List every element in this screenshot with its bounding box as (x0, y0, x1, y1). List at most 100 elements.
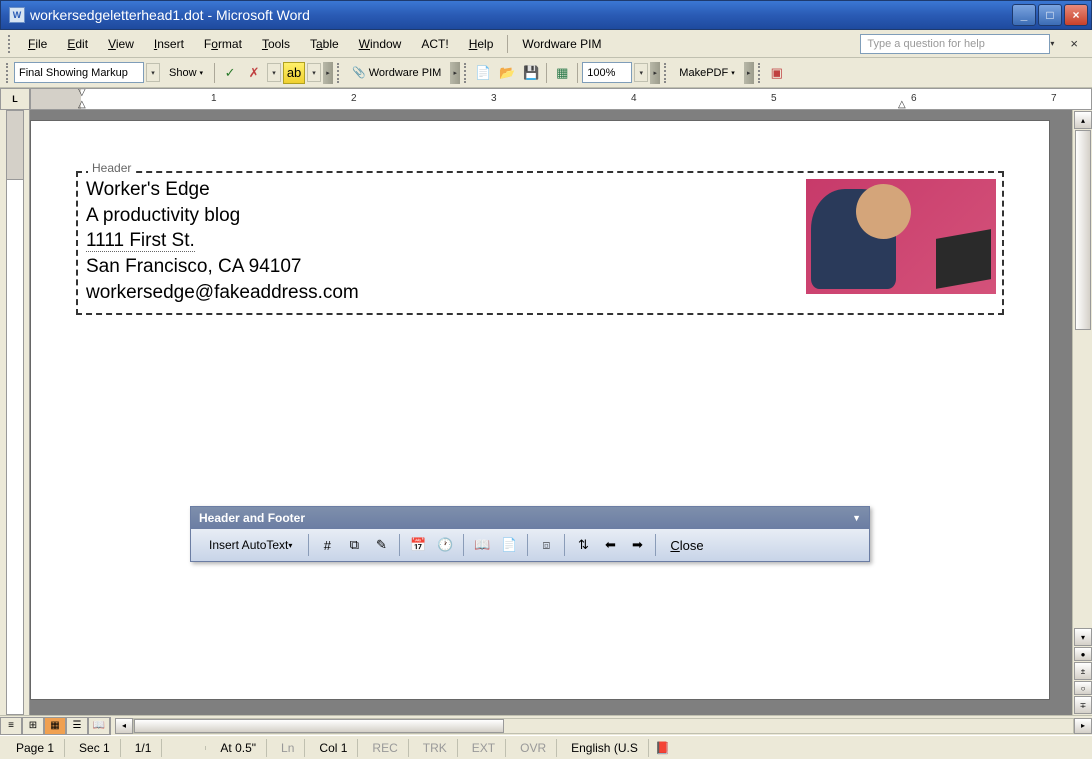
document-close-button[interactable]: × (1064, 36, 1084, 51)
toolbar-grip-1[interactable] (6, 63, 10, 83)
zoom-input[interactable]: 100% (582, 62, 632, 83)
browse-object-dot[interactable]: ● (1074, 647, 1092, 661)
menu-edit[interactable]: Edit (57, 33, 98, 55)
menu-window[interactable]: Window (349, 33, 412, 55)
header-footer-toolbar[interactable]: Header and Footer ▼ Insert AutoText ▾ # … (190, 506, 870, 562)
makepdf-button[interactable]: MakePDF ▾ (672, 62, 741, 84)
view-outline-button[interactable]: ☰ (66, 717, 88, 735)
toolbar-grip-3[interactable] (464, 63, 468, 83)
view-web-button[interactable]: ⊞ (22, 717, 44, 735)
menu-file[interactable]: File (18, 33, 57, 55)
maximize-button[interactable]: □ (1038, 4, 1062, 26)
reject-change-button[interactable]: ✗ (243, 62, 265, 84)
markup-mode-select[interactable]: Final Showing Markup (14, 62, 144, 83)
menubar-grip[interactable] (8, 35, 12, 53)
accept-change-button[interactable]: ✓ (219, 62, 241, 84)
menu-view[interactable]: View (98, 33, 144, 55)
prev-page-button[interactable]: ± (1074, 662, 1092, 680)
new-doc-button[interactable]: 📄 (472, 62, 494, 84)
insert-num-pages-button[interactable]: ⧉ (342, 533, 366, 557)
status-col: Col 1 (309, 739, 358, 757)
open-button[interactable]: 📂 (496, 62, 518, 84)
highlight-button[interactable]: ab (283, 62, 305, 84)
hf-close-button[interactable]: Close (662, 533, 711, 557)
header-region[interactable]: Header Worker's Edge A productivity blog… (76, 171, 1004, 315)
menu-wordware[interactable]: Wordware PIM (512, 33, 611, 55)
pdf-icon-button[interactable]: ▣ (766, 62, 788, 84)
toolbar-overflow-1[interactable]: ▸ (323, 62, 333, 84)
help-search-input[interactable]: Type a question for help (860, 34, 1050, 54)
document-scroll-area[interactable]: Header Worker's Edge A productivity blog… (30, 110, 1092, 715)
menu-help[interactable]: Help (459, 33, 504, 55)
insert-autotext-button[interactable]: Insert AutoText ▾ (199, 533, 302, 557)
excel-button[interactable]: ▦ (551, 62, 573, 84)
show-next-button[interactable]: ➡ (625, 533, 649, 557)
hscroll-right-button[interactable]: ▸ (1074, 718, 1092, 734)
menubar: File Edit View Insert Format Tools Table… (0, 30, 1092, 58)
show-previous-button[interactable]: ⬅ (598, 533, 622, 557)
hf-toolbar-options-icon[interactable]: ▼ (852, 513, 861, 523)
switch-header-footer-button[interactable]: ⇅ (571, 533, 595, 557)
word-app-icon: W (9, 7, 25, 23)
next-page-button[interactable]: ∓ (1074, 696, 1092, 714)
view-print-button[interactable]: ▦ (44, 717, 66, 735)
hscroll-thumb[interactable] (134, 719, 504, 733)
scroll-thumb[interactable] (1075, 130, 1091, 330)
document-page[interactable]: Header Worker's Edge A productivity blog… (30, 120, 1050, 700)
status-trk[interactable]: TRK (413, 739, 458, 757)
markup-dropdown-icon[interactable]: ▾ (146, 63, 160, 82)
browse-object-button[interactable]: ○ (1074, 681, 1092, 695)
insert-date-button[interactable]: 📅 (406, 533, 430, 557)
hf-toolbar-title: Header and Footer (199, 511, 305, 525)
status-ovr[interactable]: OVR (510, 739, 557, 757)
menu-tools[interactable]: Tools (252, 33, 300, 55)
toolbar-overflow-3[interactable]: ▸ (650, 62, 660, 84)
scroll-down-button[interactable]: ▾ (1074, 628, 1092, 646)
reject-dropdown-icon[interactable]: ▾ (267, 63, 281, 82)
show-hide-doctext-button[interactable]: 📄 (497, 533, 521, 557)
insert-time-button[interactable]: 🕐 (433, 533, 457, 557)
status-rec[interactable]: REC (362, 739, 408, 757)
menu-insert[interactable]: Insert (144, 33, 194, 55)
menu-table[interactable]: Table (300, 33, 349, 55)
document-area: Header Worker's Edge A productivity blog… (0, 110, 1092, 715)
horizontal-ruler[interactable]: ▽ △ 1 2 3 4 5 6 7 △ (30, 88, 1092, 110)
view-reading-button[interactable]: 📖 (88, 717, 110, 735)
toolbar-grip-4[interactable] (664, 63, 668, 83)
window-title: workersedgeletterhead1.dot - Microsoft W… (30, 7, 1012, 23)
format-page-number-button[interactable]: ✎ (369, 533, 393, 557)
header-image[interactable] (806, 179, 996, 294)
toolbar-grip-5[interactable] (758, 63, 762, 83)
highlight-dropdown-icon[interactable]: ▾ (307, 63, 321, 82)
show-button[interactable]: Show ▾ (162, 62, 210, 84)
insert-page-number-button[interactable]: # (315, 533, 339, 557)
minimize-button[interactable]: _ (1012, 4, 1036, 26)
link-to-previous-button[interactable]: ⧈ (534, 533, 558, 557)
close-button[interactable]: × (1064, 4, 1088, 26)
menu-act[interactable]: ACT! (411, 33, 458, 55)
status-ext[interactable]: EXT (462, 739, 506, 757)
help-dropdown-icon[interactable]: ▾ (1050, 35, 1064, 53)
view-normal-button[interactable]: ≡ (0, 717, 22, 735)
toolbar-overflow-2[interactable]: ▸ (450, 62, 460, 84)
zoom-dropdown-icon[interactable]: ▾ (634, 63, 648, 82)
status-at: At 0.5" (210, 739, 267, 757)
status-line: Ln (271, 739, 305, 757)
titlebar: W workersedgeletterhead1.dot - Microsoft… (0, 0, 1092, 30)
hf-toolbar-titlebar[interactable]: Header and Footer ▼ (191, 507, 869, 529)
ruler-corner-tab-button[interactable]: L (0, 88, 30, 110)
vertical-ruler[interactable] (0, 110, 30, 715)
status-spellcheck-icon[interactable]: 📕 (653, 740, 673, 756)
menu-separator (507, 35, 508, 53)
hscroll-left-button[interactable]: ◂ (115, 718, 133, 734)
status-language[interactable]: English (U.S (561, 739, 649, 757)
save-button[interactable]: 💾 (520, 62, 542, 84)
wordware-button[interactable]: 📎Wordware PIM (345, 62, 448, 84)
toolbar-grip-2[interactable] (337, 63, 341, 83)
page-setup-button[interactable]: 📖 (470, 533, 494, 557)
scroll-up-button[interactable]: ▴ (1074, 111, 1092, 129)
vertical-scrollbar[interactable]: ▴ ▾ ● ± ○ ∓ (1072, 110, 1092, 715)
toolbar-overflow-4[interactable]: ▸ (744, 62, 754, 84)
menu-format[interactable]: Format (194, 33, 252, 55)
hscroll-track[interactable] (133, 718, 1074, 734)
